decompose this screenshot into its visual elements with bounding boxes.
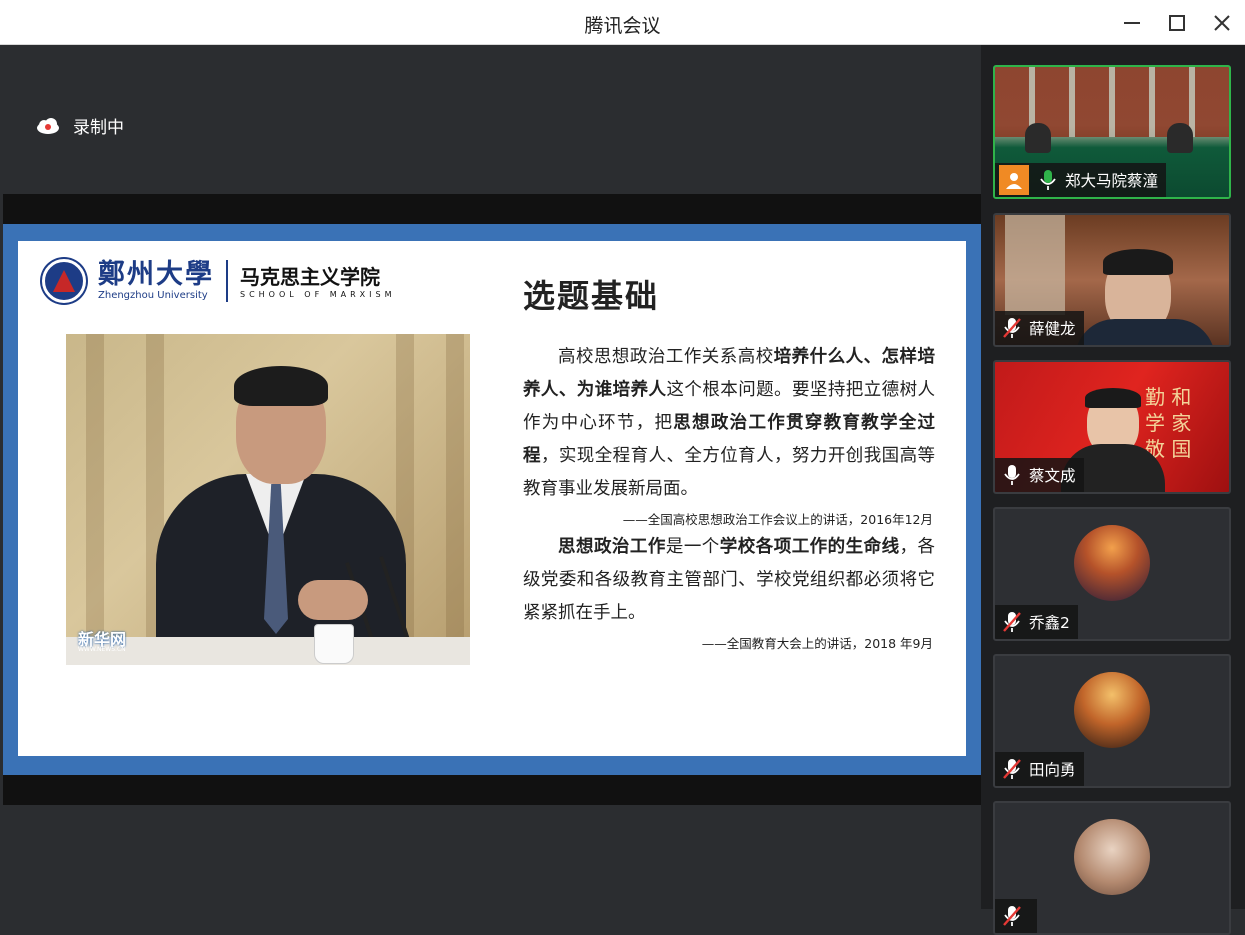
mic-muted-icon: [999, 756, 1025, 782]
body-text: 是一个: [665, 537, 720, 557]
participant-name: 乔鑫2: [1029, 614, 1070, 632]
emphasis-text: 学校各项工作的生命线: [719, 537, 900, 557]
participant-nametag: 田向勇: [995, 752, 1084, 786]
body-text: ，实现全程育人、全方位育人，努力开创我国高等教育事业发展新局面。: [523, 446, 936, 499]
minimize-button[interactable]: [1117, 8, 1147, 38]
mic-muted-icon: [999, 903, 1025, 929]
main-stage: 录制中 鄭州大學 Zhengzhou University 马克思主义学院 SC…: [3, 45, 981, 909]
citation-1: ——全国高校思想政治工作会议上的讲话，2016年12月: [622, 512, 933, 527]
avatar: [1074, 819, 1150, 895]
mic-muted-icon: [999, 609, 1025, 635]
school-name-cn: 马克思主义学院: [240, 264, 380, 289]
citation-2: ——全国教育大会上的讲话，2018 年9月: [701, 636, 933, 651]
university-seal-icon: [42, 259, 86, 303]
avatar: [1074, 672, 1150, 748]
photo-watermark-url: WWW.NEWS.CN: [78, 646, 126, 653]
mic-muted-icon: [999, 315, 1025, 341]
close-icon: [1214, 15, 1230, 31]
slide-paragraph-2: 思想政治工作是一个学校各项工作的生命线，各级党委和各级教育主管部门、学校党组织都…: [523, 531, 935, 630]
participant-tile[interactable]: 勤 和学 家敬 国 蔡文成: [993, 360, 1231, 494]
speaker-photo: 新华网 WWW.NEWS.CN: [66, 334, 470, 665]
avatar: [1074, 525, 1150, 601]
minimize-icon: [1124, 22, 1140, 24]
participant-name: 薛健龙: [1029, 320, 1076, 338]
close-button[interactable]: [1207, 8, 1237, 38]
person-icon: [999, 165, 1029, 195]
university-name-en: Zhengzhou University: [98, 290, 208, 301]
body-text: 高校思想政治工作关系高校: [558, 347, 774, 367]
letterbox-bottom: [3, 775, 981, 805]
letterbox-top: [3, 194, 981, 224]
university-logo: 鄭州大學 Zhengzhou University 马克思主义学院 SCHOOL…: [42, 259, 395, 303]
participant-name: 郑大马院蔡潼: [1065, 172, 1159, 190]
recording-label: 录制中: [73, 118, 124, 138]
participant-nametag: [995, 899, 1037, 933]
participant-tile[interactable]: 郑大马院蔡潼: [993, 65, 1231, 199]
slide-heading: 选题基础: [523, 277, 660, 315]
school-name-en: SCHOOL OF MARXISM: [240, 289, 396, 299]
participant-nametag: 乔鑫2: [995, 605, 1078, 639]
participant-tile[interactable]: 乔鑫2: [993, 507, 1231, 641]
shared-screen: 鄭州大學 Zhengzhou University 马克思主义学院 SCHOOL…: [3, 224, 981, 775]
participant-nametag: 薛健龙: [995, 311, 1084, 345]
title-bar: 腾讯会议: [0, 0, 1245, 45]
mic-icon: [999, 462, 1025, 488]
logo-divider: [226, 260, 228, 302]
university-name-cn: 鄭州大學: [98, 259, 214, 290]
window-title: 腾讯会议: [584, 15, 661, 37]
participant-tile[interactable]: [993, 801, 1231, 935]
participant-tile[interactable]: 田向勇: [993, 654, 1231, 788]
participant-name: 田向勇: [1029, 761, 1076, 779]
participant-panel: 郑大马院蔡潼 薛健龙 勤 和学 家敬 国 蔡文成 乔鑫2 田向勇: [981, 45, 1245, 935]
mic-active-icon: [1035, 167, 1061, 193]
participant-name: 蔡文成: [1029, 467, 1076, 485]
participant-tile[interactable]: 薛健龙: [993, 213, 1231, 347]
maximize-icon: [1169, 15, 1185, 31]
recording-indicator: 录制中: [35, 113, 124, 138]
emphasis-text: 思想政治工作: [558, 537, 666, 557]
cloud-record-icon: [37, 117, 59, 134]
maximize-button[interactable]: [1162, 8, 1192, 38]
slide-paragraph-1: 高校思想政治工作关系高校培养什么人、怎样培养人、为谁培养人这个根本问题。要坚持把…: [523, 341, 935, 506]
presentation-slide: 鄭州大學 Zhengzhou University 马克思主义学院 SCHOOL…: [18, 241, 966, 756]
participant-nametag: 蔡文成: [995, 458, 1084, 492]
participant-nametag: 郑大马院蔡潼: [995, 163, 1167, 197]
